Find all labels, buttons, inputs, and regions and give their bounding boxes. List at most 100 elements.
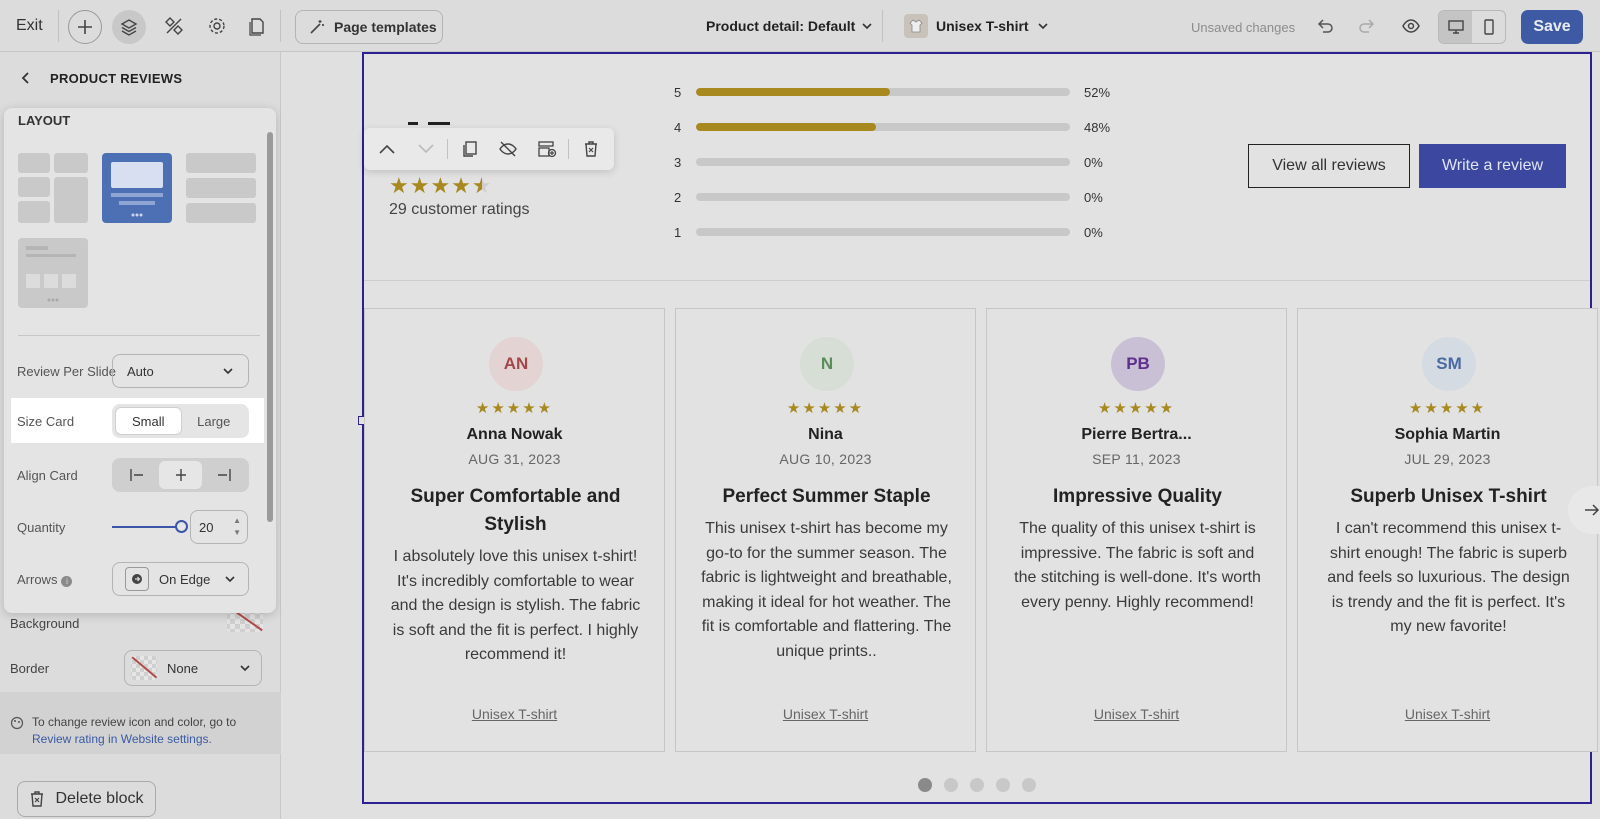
- divider: [18, 335, 260, 336]
- settings-button[interactable]: [205, 14, 229, 38]
- pagination-dot[interactable]: [1022, 778, 1036, 792]
- rating-row-stars: 4: [674, 119, 682, 135]
- layers-icon: [120, 19, 138, 36]
- info-note-text: To change review icon and color, go to R…: [32, 714, 236, 754]
- move-down-button[interactable]: [409, 134, 444, 164]
- popover-scrollbar[interactable]: [267, 132, 273, 522]
- average-rating-value: [402, 112, 472, 126]
- components-button[interactable]: [162, 14, 186, 38]
- pagination-dot[interactable]: [970, 778, 984, 792]
- rating-bar: [696, 193, 1070, 201]
- write-review-button[interactable]: Write a review: [1419, 144, 1566, 188]
- review-title: Perfect Summer Staple: [722, 486, 931, 507]
- arrows-select[interactable]: On Edge: [112, 562, 249, 596]
- size-small-option[interactable]: Small: [115, 407, 182, 435]
- website-settings-link[interactable]: Review rating in Website settings.: [32, 732, 212, 746]
- view-all-reviews-button[interactable]: View all reviews: [1248, 144, 1410, 188]
- divider: [882, 10, 883, 42]
- panel-header: PRODUCT REVIEWS: [0, 52, 281, 104]
- layout-option-slider[interactable]: [18, 238, 88, 308]
- desktop-view-button[interactable]: [1439, 11, 1472, 43]
- arrows-label-text: Arrows: [17, 572, 58, 587]
- avatar: N: [800, 337, 854, 391]
- mobile-view-button[interactable]: [1472, 11, 1505, 43]
- page-templates-button[interactable]: Page templates: [295, 10, 443, 44]
- quantity-stepper[interactable]: ▲ ▼: [233, 515, 241, 539]
- layers-button[interactable]: [112, 10, 146, 44]
- product-link[interactable]: Unisex T-shirt: [1298, 706, 1597, 722]
- divider: [447, 139, 449, 159]
- page-selector-label: Product detail: Default: [706, 18, 856, 34]
- pages-button[interactable]: [245, 14, 269, 38]
- page-selector[interactable]: Product detail: Default: [706, 18, 873, 34]
- move-up-button[interactable]: [370, 134, 405, 164]
- quantity-value: 20: [199, 519, 214, 535]
- rating-row: 2 0%: [674, 187, 1103, 207]
- plus-icon: [78, 20, 92, 34]
- duplicate-button[interactable]: [452, 134, 487, 164]
- size-large-option[interactable]: Large: [182, 407, 247, 435]
- undo-button[interactable]: [1313, 14, 1337, 38]
- redo-button[interactable]: [1355, 14, 1379, 38]
- preview-button[interactable]: [1399, 14, 1423, 38]
- eye-icon: [1402, 19, 1420, 33]
- rating-row-percent: 0%: [1084, 154, 1103, 170]
- delete-block-button[interactable]: Delete block: [17, 781, 156, 817]
- pagination-dot[interactable]: [918, 778, 932, 792]
- rating-row: 4 48%: [674, 117, 1110, 137]
- quantity-input[interactable]: 20 ▲ ▼: [190, 510, 248, 544]
- layout-option-list[interactable]: [186, 153, 256, 223]
- border-select[interactable]: None: [124, 650, 262, 686]
- align-right-icon: [218, 469, 231, 481]
- rating-bar-fill: [696, 88, 891, 96]
- tshirt-icon: [909, 19, 923, 33]
- pagination-dot[interactable]: [996, 778, 1010, 792]
- quantity-slider[interactable]: [112, 526, 184, 528]
- quantity-slider-handle[interactable]: [175, 520, 188, 533]
- magic-wand-icon: [310, 20, 324, 34]
- align-right-button[interactable]: [202, 461, 246, 489]
- delete-button[interactable]: [573, 134, 608, 164]
- rating-row-stars: 1: [674, 224, 682, 240]
- product-link[interactable]: Unisex T-shirt: [365, 706, 664, 722]
- mobile-icon: [1483, 19, 1494, 35]
- layout-title: LAYOUT: [18, 113, 71, 128]
- block-toolbar: [364, 128, 614, 170]
- layout-option-grid[interactable]: [18, 153, 88, 223]
- rating-row: 3 0%: [674, 152, 1103, 172]
- review-title: Super Comfortable and Stylish: [410, 486, 621, 535]
- align-center-button[interactable]: [158, 461, 203, 489]
- exit-button[interactable]: Exit: [16, 17, 43, 35]
- carousel-layout-icon: [111, 162, 163, 217]
- duplicate-icon: [462, 141, 477, 157]
- review-date: AUG 10, 2023: [779, 451, 872, 467]
- hide-button[interactable]: [491, 134, 526, 164]
- product-link[interactable]: Unisex T-shirt: [987, 706, 1286, 722]
- customer-ratings-count: 29 customer ratings: [389, 201, 530, 218]
- add-button[interactable]: [68, 10, 102, 44]
- align-left-button[interactable]: [115, 461, 159, 489]
- pagination-dot[interactable]: [944, 778, 958, 792]
- layout-option-carousel[interactable]: [102, 153, 172, 223]
- align-card-label: Align Card: [17, 468, 78, 483]
- review-stars: ★★★★★: [1097, 400, 1176, 417]
- chevron-down-icon: [1038, 23, 1048, 30]
- review-stars: ★★★★★: [475, 400, 554, 417]
- back-arrow-icon[interactable]: [20, 71, 32, 85]
- eye-off-icon: [499, 141, 518, 157]
- review-per-slide-select[interactable]: Auto: [112, 354, 249, 388]
- rating-bar-fill: [696, 123, 876, 131]
- product-selector[interactable]: Unisex T-shirt: [904, 14, 1049, 38]
- save-button[interactable]: Save: [1521, 10, 1583, 44]
- review-per-slide-label: Review Per Slide: [17, 364, 116, 379]
- layout-popover: LAYOUT Review Per Slide Auto Size Card S…: [4, 108, 276, 613]
- add-section-button[interactable]: [530, 134, 565, 164]
- product-thumbnail: [904, 14, 928, 38]
- reviewer-name: Nina: [808, 426, 843, 443]
- review-per-slide-value: Auto: [127, 363, 154, 379]
- top-bar: Exit Page templates Product detail: Defa…: [0, 0, 1600, 52]
- overall-stars: ★★★★★★: [389, 173, 493, 198]
- info-icon[interactable]: i: [61, 576, 73, 587]
- product-link[interactable]: Unisex T-shirt: [676, 706, 975, 722]
- divider: [58, 10, 59, 42]
